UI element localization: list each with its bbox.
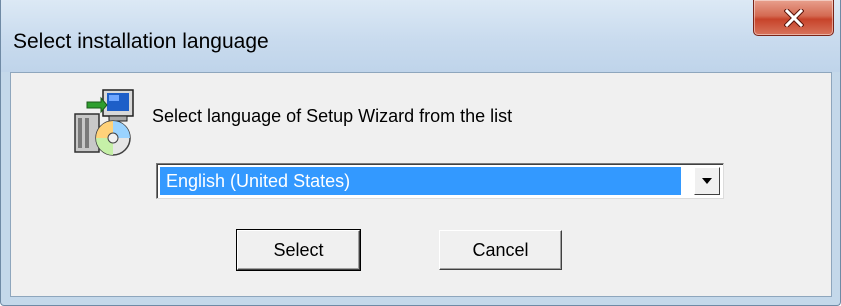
language-select-value: English (United States) <box>160 167 681 195</box>
chevron-down-icon <box>702 178 712 184</box>
dropdown-button[interactable] <box>694 167 720 195</box>
prompt-label: Select language of Setup Wizard from the… <box>152 106 513 126</box>
title-bar[interactable]: Select installation language <box>1 0 840 72</box>
dialog-window: Select installation language Select lang… <box>0 0 841 306</box>
close-button[interactable] <box>753 0 834 36</box>
dialog-body: Select language of Setup Wizard from the… <box>10 72 832 297</box>
select-button[interactable]: Select <box>237 230 360 270</box>
cancel-button[interactable]: Cancel <box>439 230 562 270</box>
setup-wizard-icon <box>74 89 134 156</box>
close-icon <box>783 8 804 27</box>
language-select[interactable]: English (United States) <box>156 163 724 199</box>
window-title: Select installation language <box>13 30 269 53</box>
